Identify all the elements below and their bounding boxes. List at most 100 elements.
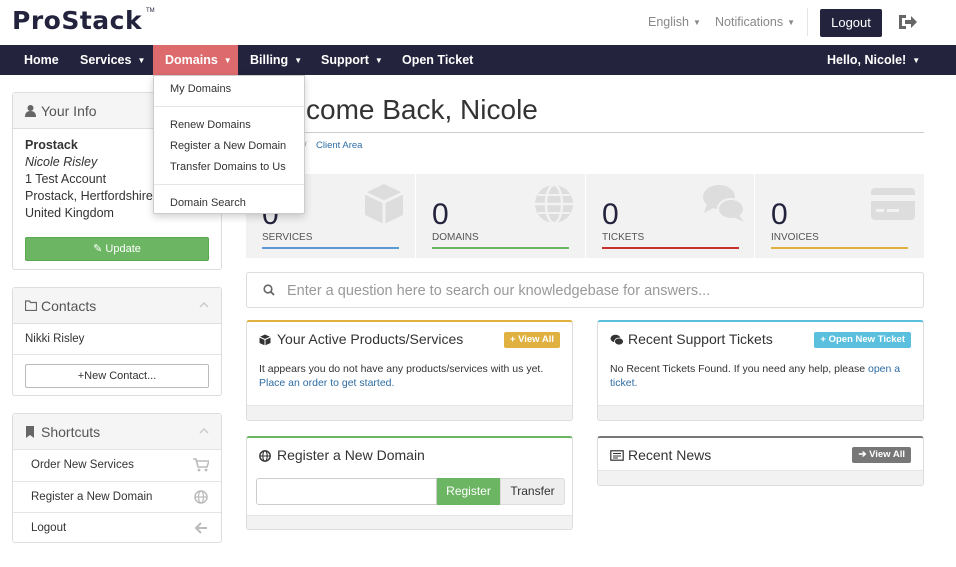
address-line-1: 1 Test Account — [25, 172, 107, 186]
user-name: Nicole Risley — [25, 155, 98, 169]
stat-value: 0 — [771, 198, 788, 231]
stat-tickets[interactable]: 0 TICKETS — [586, 174, 755, 258]
menu-divider — [154, 184, 304, 185]
chevron-up-icon[interactable] — [199, 302, 209, 308]
chevron-down-icon: ▼ — [693, 18, 701, 27]
products-empty-text: It appears you do not have any products/… — [259, 363, 544, 375]
chevron-up-icon[interactable] — [199, 428, 209, 434]
chevron-down-icon: ▼ — [223, 56, 232, 65]
stats-bar: 0 SERVICES 0 DOMAINS 0 TICKETS 0 INVOICE… — [246, 174, 924, 258]
comments-icon — [610, 334, 624, 346]
card-title: Recent Support Tickets — [628, 331, 773, 347]
plus-icon: + — [820, 334, 826, 345]
chevron-down-icon: ▼ — [137, 56, 146, 65]
chevron-down-icon: ▼ — [374, 56, 383, 65]
new-contact-button-label: New Contact... — [84, 370, 157, 382]
stat-accent-bar — [262, 247, 399, 249]
nav-home-label: Home — [24, 53, 59, 67]
search-icon — [263, 284, 275, 296]
update-button-label: Update — [105, 243, 141, 255]
card-footer — [247, 515, 572, 529]
globe-icon — [194, 490, 208, 504]
view-all-products-button[interactable]: + View All — [503, 332, 560, 348]
nav-services-label: Services — [80, 53, 132, 67]
nav-support-label: Support — [321, 53, 369, 67]
register-button[interactable]: Register — [437, 478, 500, 505]
nav-services[interactable]: Services ▼ — [80, 45, 145, 75]
stat-value: 0 — [602, 198, 619, 231]
panel-header: Shortcuts — [13, 414, 221, 450]
user-greeting: Hello, Nicole! — [827, 53, 907, 67]
stat-value: 0 — [432, 198, 449, 231]
notifications-label: Notifications — [715, 15, 784, 29]
plus-icon: + — [509, 334, 516, 345]
panel-title: Shortcuts — [41, 424, 101, 440]
bookmark-icon — [26, 426, 34, 438]
stat-accent-bar — [602, 247, 739, 249]
credit-card-icon — [871, 188, 915, 220]
logout-button[interactable]: Logout — [820, 9, 882, 37]
open-new-ticket-button[interactable]: + Open New Ticket — [814, 332, 911, 348]
shortcut-logout[interactable]: Logout — [13, 512, 221, 544]
notifications-menu[interactable]: Notifications ▼ — [715, 15, 795, 29]
panel-title: Your Info — [41, 103, 97, 119]
chevron-down-icon: ▼ — [787, 18, 796, 27]
domain-input[interactable] — [256, 478, 437, 505]
panel-divider — [13, 354, 221, 355]
page-title: come Back, Nicole — [306, 94, 538, 125]
stat-label: TICKETS — [602, 232, 645, 243]
menu-item-domain-search[interactable]: Domain Search — [170, 197, 246, 209]
nav-billing[interactable]: Billing ▼ — [250, 45, 302, 75]
menu-item-renew-domains[interactable]: Renew Domains — [170, 119, 251, 131]
language-selector[interactable]: English ▼ — [648, 15, 701, 29]
stat-invoices[interactable]: 0 INVOICES — [755, 174, 924, 258]
register-domain-card: Register a New Domain Register Transfer — [246, 436, 573, 530]
contact-item[interactable]: Nikki Risley — [25, 333, 84, 345]
breadcrumb: Client Area — [316, 140, 363, 151]
update-button[interactable]: ✎ Update — [25, 237, 209, 261]
nav-support[interactable]: Support ▼ — [321, 45, 383, 75]
cube-icon — [364, 184, 404, 224]
language-label: English — [648, 15, 689, 29]
newspaper-icon — [610, 450, 624, 461]
user-icon — [25, 105, 36, 117]
card-body: No Recent Tickets Found. If you need any… — [610, 362, 910, 390]
view-all-news-button[interactable]: ➔ View All — [852, 447, 911, 463]
transfer-button[interactable]: Transfer — [500, 478, 565, 505]
shortcut-order-services[interactable]: Order New Services — [13, 449, 221, 481]
card-title: Your Active Products/Services — [277, 331, 464, 347]
stat-accent-bar — [771, 247, 908, 249]
title-rule — [246, 132, 924, 133]
chevron-down-icon: ▼ — [294, 56, 303, 65]
card-footer — [247, 405, 572, 420]
sign-out-icon[interactable] — [897, 13, 917, 31]
card-footer — [598, 405, 923, 420]
kb-search-input[interactable] — [287, 281, 907, 301]
cart-icon — [193, 458, 209, 472]
prostack-logo[interactable]: ProStack — [12, 6, 142, 35]
menu-item-transfer-domains[interactable]: Transfer Domains to Us — [170, 161, 286, 173]
menu-item-my-domains[interactable]: My Domains — [170, 83, 231, 95]
nav-open-ticket[interactable]: Open Ticket — [402, 45, 473, 75]
shortcut-register-domain[interactable]: Register a New Domain — [13, 481, 221, 513]
header-divider — [807, 8, 808, 36]
products-card: Your Active Products/Services + View All… — [246, 320, 573, 421]
chevron-down-icon: ▼ — [912, 56, 921, 65]
card-title: Recent News — [628, 447, 712, 463]
site-header: ProStack TM English ▼ Notifications ▼ Logo… — [0, 0, 956, 45]
stat-domains[interactable]: 0 DOMAINS — [416, 174, 585, 258]
card-body: It appears you do not have any products/… — [259, 362, 543, 390]
nav-domains[interactable]: Domains ▼ — [153, 45, 238, 75]
card-title: Register a New Domain — [277, 447, 425, 463]
pencil-icon: ✎ — [93, 243, 103, 255]
nav-home[interactable]: Home — [24, 45, 59, 75]
menu-item-register-domain[interactable]: Register a New Domain — [170, 140, 286, 152]
view-all-label: View All — [518, 334, 554, 345]
stat-label: INVOICES — [771, 232, 819, 243]
panel-header: Contacts — [13, 288, 221, 324]
place-order-link[interactable]: Place an order to get started. — [259, 377, 394, 389]
menu-divider — [154, 106, 304, 107]
user-menu[interactable]: Hello, Nicole! ▼ — [827, 45, 920, 75]
address-country: United Kingdom — [25, 206, 114, 220]
new-contact-button[interactable]: +New Contact... — [25, 364, 209, 388]
